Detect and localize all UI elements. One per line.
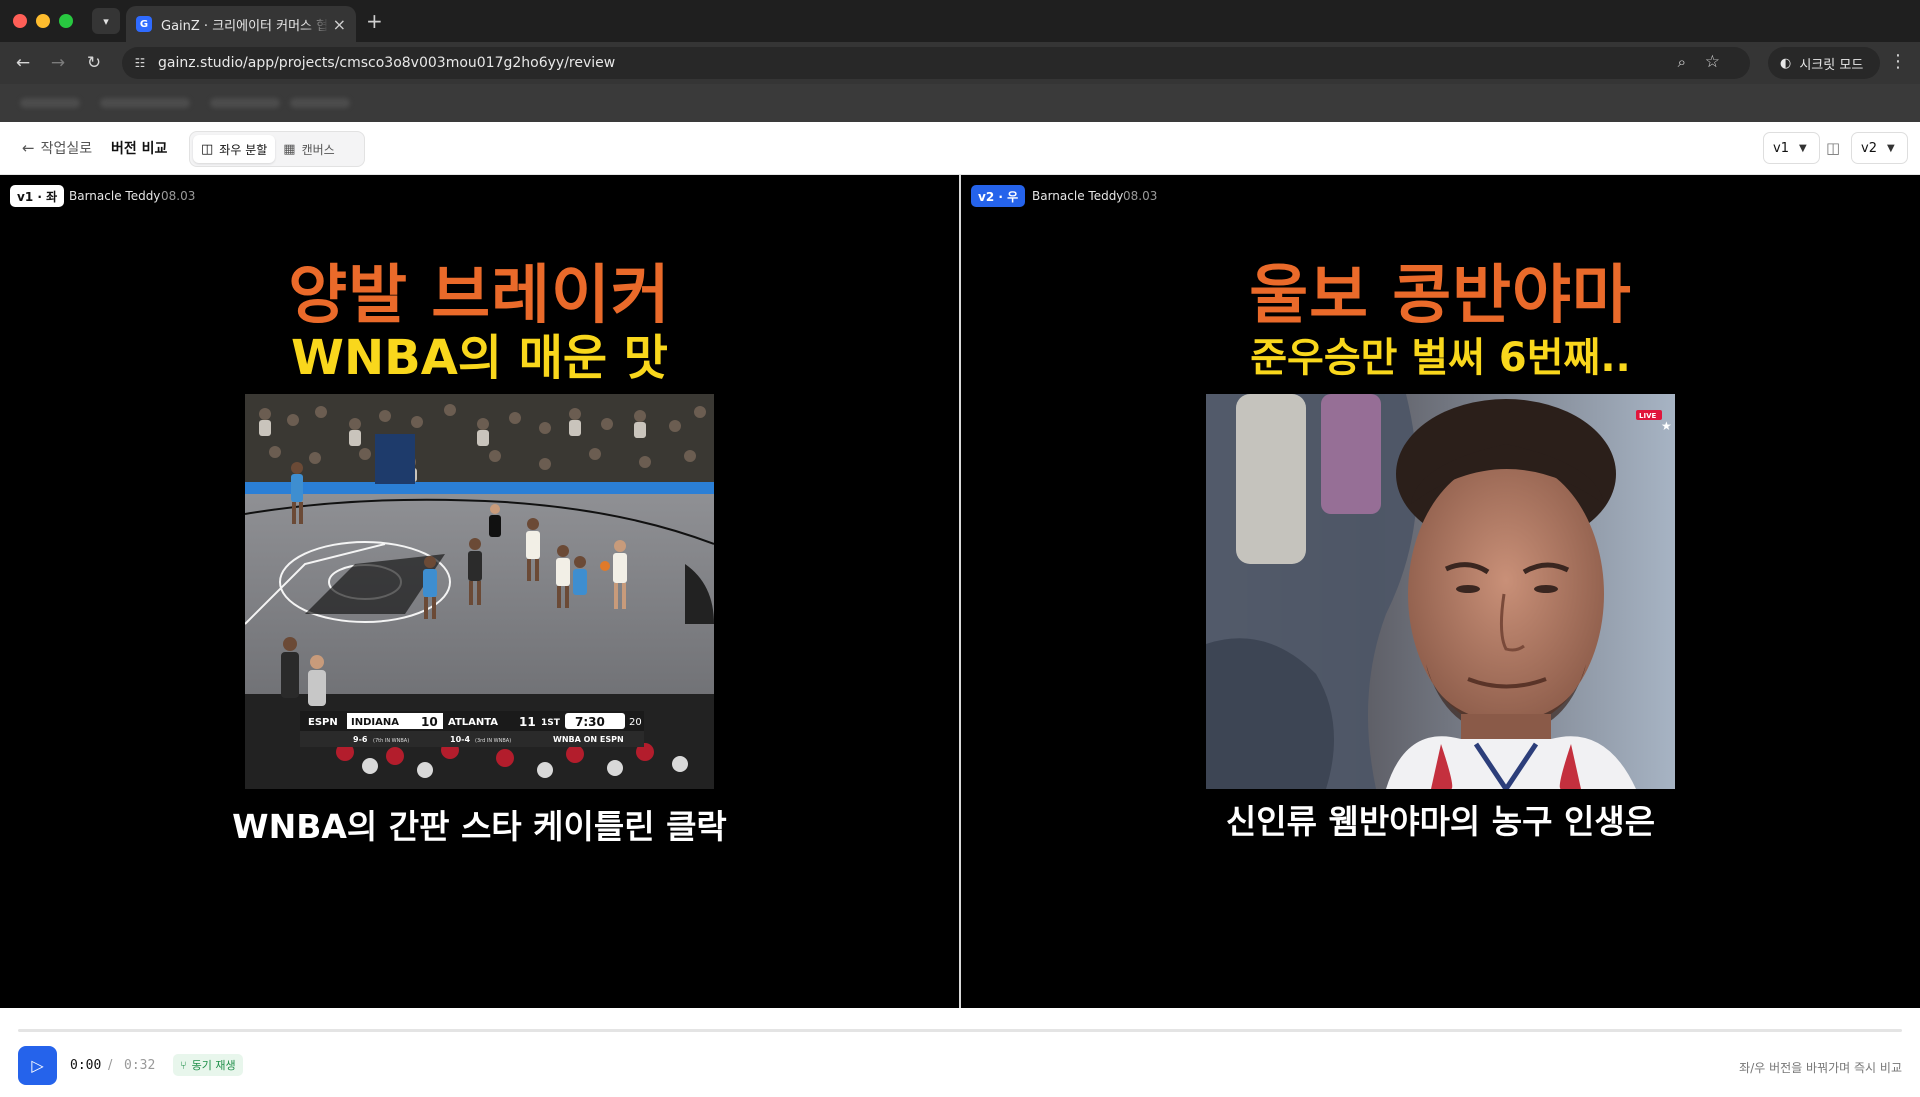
- scoreboard-clock: 7:30: [575, 715, 605, 729]
- left-version-select[interactable]: v1 ▼: [1763, 132, 1820, 164]
- network-logo-icon: ★: [1661, 419, 1672, 433]
- video-frame-player-closeup[interactable]: LIVE ★: [1206, 394, 1675, 789]
- left-version-value: v1: [1773, 140, 1789, 156]
- video-caption: 신인류 웸반야마의 농구 인생은: [1225, 802, 1656, 841]
- back-to-workspace-link[interactable]: ← 작업실로: [22, 138, 92, 158]
- chevron-down-icon: ▼: [1798, 142, 1807, 154]
- chevron-down-icon: ▼: [1886, 142, 1895, 154]
- favicon-icon: G: [136, 16, 152, 32]
- magnifier-icon[interactable]: ⌕: [1678, 53, 1686, 71]
- grid-icon: ▦: [283, 141, 296, 157]
- view-mode-split-button[interactable]: ◫ 좌우 분할: [193, 135, 276, 163]
- blurred-item: [20, 98, 80, 108]
- forward-button[interactable]: →: [46, 51, 70, 75]
- author-name: Barnacle Teddy: [69, 189, 161, 203]
- video-frame-basketball-court[interactable]: ESPN INDIANA 10 ATLANTA 11 1ST 7:30 20 9…: [245, 394, 714, 789]
- compare-hint: 좌/우 버전을 바꿔가며 즉시 비교: [1739, 1061, 1902, 1075]
- version-badge: v1 · 좌: [10, 185, 65, 207]
- version-date: 08.03: [1123, 189, 1158, 203]
- arrow-right-icon: →: [50, 53, 66, 73]
- blurred-item: [100, 98, 190, 108]
- tab-list-button[interactable]: ▾: [92, 8, 120, 34]
- video-title-line2: WNBA의 매운 맛: [291, 330, 668, 386]
- incognito-icon: ◐: [1780, 55, 1792, 71]
- reload-button[interactable]: ↻: [82, 51, 106, 75]
- player-closeup-image: LIVE ★: [1206, 394, 1675, 789]
- window-zoom-button[interactable]: [59, 14, 73, 28]
- sync-label: 동기 재생: [191, 1059, 236, 1072]
- right-version-select[interactable]: v2 ▼: [1851, 132, 1908, 164]
- split-view: v1 · 좌 Barnacle Teddy 08.03 양발 브레이커 WNBA…: [0, 175, 1920, 1008]
- compare-header: ← 작업실로 버전 비교 ◫ 좌우 분할 ▦ 캔버스 v1 ▼ ◫ v2 ▼: [0, 122, 1920, 175]
- left-version-pane[interactable]: v1 · 좌 Barnacle Teddy 08.03 양발 브레이커 WNBA…: [0, 175, 959, 1008]
- close-icon[interactable]: ×: [333, 15, 346, 34]
- reload-icon: ↻: [86, 53, 102, 73]
- page-title: 버전 비교: [111, 141, 168, 157]
- scoreboard-period: 1ST: [541, 718, 561, 728]
- time-separator: /: [108, 1058, 113, 1073]
- address-bar[interactable]: ☷ gainz.studio/app/projects/cmsco3o8v003…: [122, 47, 1750, 79]
- window-close-button[interactable]: [13, 14, 27, 28]
- new-tab-button[interactable]: +: [366, 9, 383, 33]
- right-version-pane[interactable]: v2 · 우 Barnacle Teddy 08.03 울보 콩반야마 준우승만…: [961, 175, 1920, 1008]
- blurred-item: [290, 98, 350, 108]
- right-version-value: v2: [1861, 140, 1877, 156]
- total-time: 0:32: [124, 1058, 156, 1073]
- kebab-menu-icon[interactable]: ⋮: [1888, 51, 1908, 72]
- view-mode-toggle: ◫ 좌우 분할 ▦ 캔버스: [189, 131, 365, 167]
- play-button[interactable]: ▷: [18, 1046, 57, 1085]
- court-scene-image: ESPN INDIANA 10 ATLANTA 11 1ST 7:30 20 9…: [245, 394, 714, 789]
- scoreboard-away-team: ATLANTA: [448, 717, 498, 728]
- live-tag: LIVE: [1639, 412, 1656, 420]
- star-icon[interactable]: ☆: [1705, 52, 1720, 72]
- columns-swap-icon[interactable]: ◫: [1826, 139, 1840, 157]
- view-mode-canvas-label: 캔버스: [301, 142, 335, 157]
- view-mode-canvas-button[interactable]: ▦ 캔버스: [275, 135, 342, 163]
- play-icon: ▷: [31, 1056, 44, 1075]
- scoreboard-away-score: 11: [519, 715, 536, 729]
- scoreboard-home-standing: (7th IN WNBA): [373, 738, 409, 744]
- url-text[interactable]: gainz.studio/app/projects/cmsco3o8v003mo…: [158, 55, 615, 71]
- scoreboard-away-record: 10-4: [450, 735, 470, 744]
- arrow-left-icon: ←: [22, 139, 35, 157]
- scoreboard-home-record: 9-6: [353, 735, 368, 744]
- playback-bar: ▷ 0:00 / 0:32 ⑂ 동기 재생 좌/우 버전을 바꿔가며 즉시 비교: [0, 1008, 1920, 1097]
- split-columns-icon: ◫: [201, 141, 214, 157]
- scoreboard-home-team: INDIANA: [351, 717, 399, 728]
- plus-icon: +: [366, 9, 383, 33]
- tab-strip: ▾ G GainZ · 크리에이터 커머스 협업 C × +: [0, 0, 1920, 42]
- browser-chrome: ▾ G GainZ · 크리에이터 커머스 협업 C × + ← → ↻ ☷ g…: [0, 0, 1920, 122]
- browser-tab-active[interactable]: G GainZ · 크리에이터 커머스 협업 C ×: [126, 6, 356, 42]
- blurred-item: [210, 98, 280, 108]
- sync-playback-badge[interactable]: ⑂ 동기 재생: [173, 1054, 243, 1076]
- tune-icon[interactable]: ☷: [130, 56, 150, 70]
- progress-track[interactable]: [18, 1029, 1902, 1032]
- current-time: 0:00: [70, 1058, 102, 1073]
- scoreboard-network: ESPN: [308, 717, 338, 728]
- sync-branch-icon: ⑂: [180, 1058, 187, 1072]
- incognito-label: 시크릿 모드: [1799, 57, 1864, 73]
- scoreboard-shot-clock: 20: [629, 717, 642, 728]
- back-link-label: 작업실로: [40, 141, 93, 157]
- scoreboard-away-standing: (3rd IN WNBA): [475, 738, 511, 744]
- video-title-line1: 울보 콩반야마: [1249, 259, 1632, 333]
- chevron-down-icon: ▾: [103, 14, 109, 28]
- browser-toolbar: ← → ↻ ☷ gainz.studio/app/projects/cmsco3…: [0, 42, 1920, 84]
- blurred-app-bar: [0, 84, 1920, 122]
- tab-title: GainZ · 크리에이터 커머스 협업 C: [161, 18, 329, 34]
- scoreboard: ESPN INDIANA 10 ATLANTA 11 1ST 7:30 20 9…: [300, 711, 644, 747]
- scoreboard-broadcast: WNBA ON ESPN: [553, 735, 624, 744]
- arrow-left-icon: ←: [15, 53, 31, 73]
- video-title-line2: 준우승만 벌써 6번째..: [1250, 335, 1631, 381]
- author-name: Barnacle Teddy: [1032, 189, 1124, 203]
- view-mode-split-label: 좌우 분할: [219, 142, 268, 157]
- video-caption: WNBA의 간판 스타 케이틀린 클락: [232, 807, 727, 846]
- version-badge: v2 · 우: [971, 185, 1026, 207]
- incognito-indicator[interactable]: ◐ 시크릿 모드: [1768, 47, 1880, 79]
- scoreboard-home-score: 10: [421, 715, 438, 729]
- back-button[interactable]: ←: [11, 51, 35, 75]
- window-minimize-button[interactable]: [36, 14, 50, 28]
- version-date: 08.03: [161, 189, 196, 203]
